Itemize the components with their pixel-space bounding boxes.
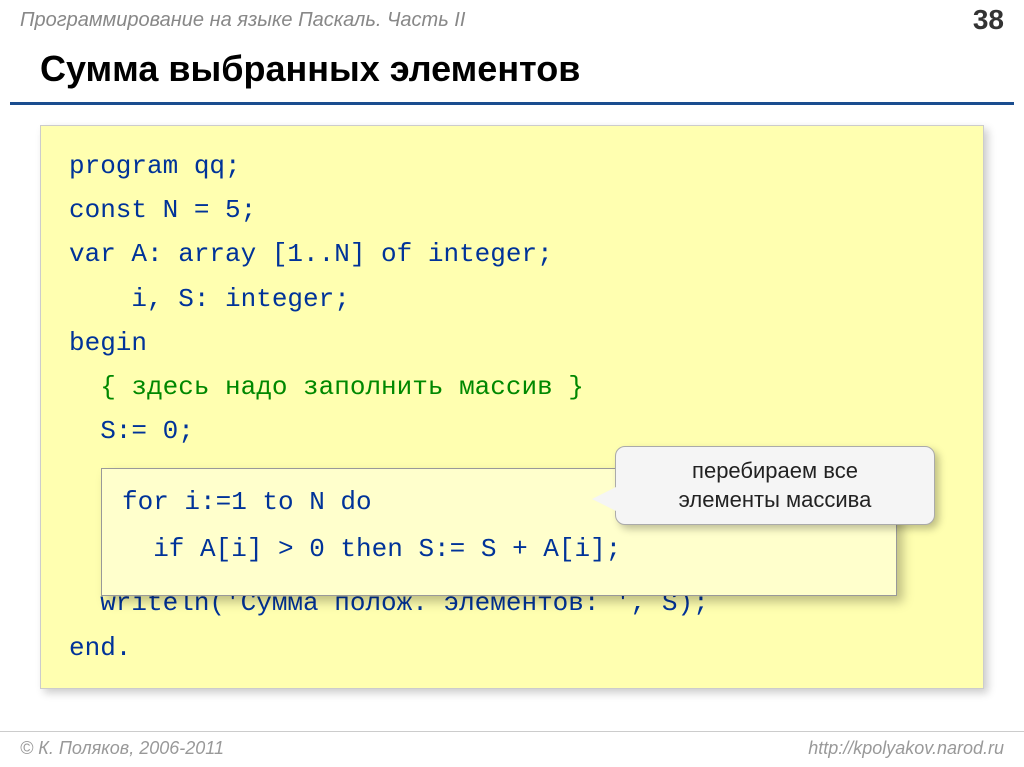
footer-url: http://kpolyakov.narod.ru (808, 738, 1004, 759)
callout-text: элементы массива (632, 486, 918, 515)
page-number: 38 (973, 4, 1004, 36)
course-title: Программирование на языке Паскаль. Часть… (20, 9, 465, 32)
slide-header: Программирование на языке Паскаль. Часть… (0, 0, 1024, 40)
slide-footer: © К. Поляков, 2006-2011 http://kpolyakov… (0, 731, 1024, 759)
code-line-if: if A[i] > 0 then S:= S + A[i]; (122, 526, 876, 573)
slide-title: Сумма выбранных элементов (10, 40, 1014, 105)
callout-text: перебираем все (632, 457, 918, 486)
code-line: i, S: integer; (69, 277, 955, 321)
code-line: const N = 5; (69, 188, 955, 232)
code-line: begin (69, 321, 955, 365)
code-line: program qq; (69, 144, 955, 188)
callout-annotation: перебираем все элементы массива (615, 446, 935, 525)
code-block: program qq; const N = 5; var A: array [1… (40, 125, 984, 689)
code-comment: { здесь надо заполнить массив } (69, 365, 955, 409)
code-line: var A: array [1..N] of integer; (69, 232, 955, 276)
copyright: © К. Поляков, 2006-2011 (20, 738, 224, 759)
code-line: end. (69, 626, 955, 670)
